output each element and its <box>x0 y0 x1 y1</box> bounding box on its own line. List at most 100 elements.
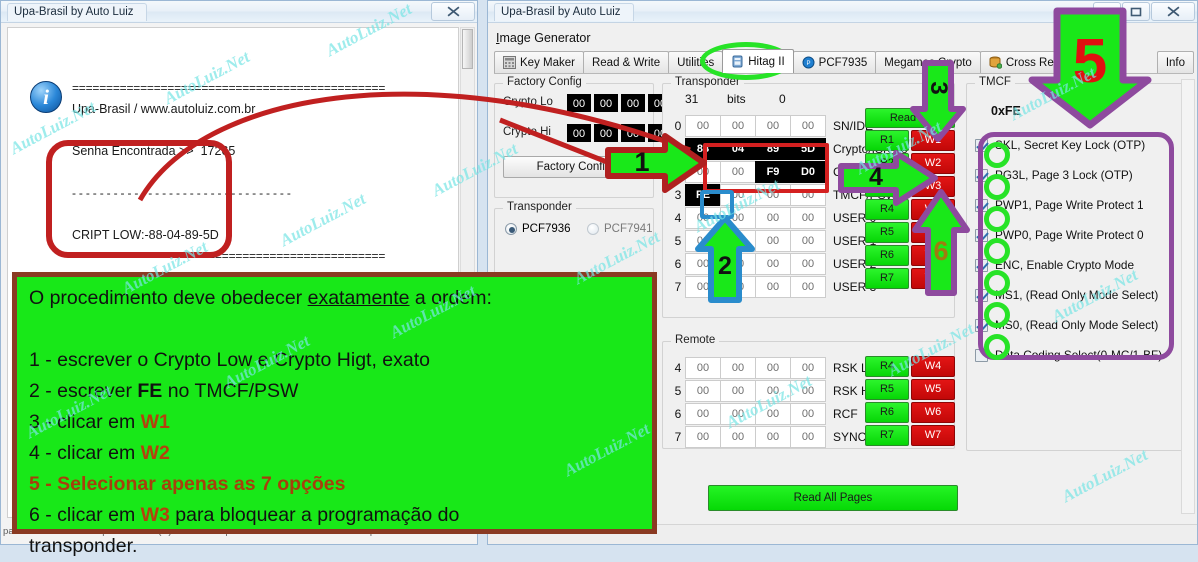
hex-cell[interactable]: 00 <box>790 275 826 298</box>
read-button-r3[interactable]: R3 <box>865 176 909 197</box>
write-button-w7[interactable]: W7 <box>911 425 955 446</box>
hex-cell[interactable]: 00 <box>720 229 756 252</box>
crypto-hi-byte-2[interactable]: 00 <box>621 124 645 142</box>
hex-cell[interactable]: 88 <box>685 137 721 160</box>
checkbox-icon[interactable] <box>975 258 988 272</box>
hex-cell[interactable]: 00 <box>720 183 756 206</box>
radio-button-icon[interactable] <box>505 223 517 235</box>
hex-cell[interactable]: 00 <box>685 160 721 183</box>
tab-read-write[interactable]: Read & Write <box>582 51 670 73</box>
hex-cell[interactable]: 00 <box>755 252 791 275</box>
hex-cell[interactable]: 5D <box>790 137 826 160</box>
hex-cell[interactable]: 00 <box>790 425 826 448</box>
factory-config-button[interactable]: Factory Config <box>503 156 645 178</box>
read-button-r6[interactable]: R6 <box>865 402 909 423</box>
hex-cell[interactable]: 00 <box>755 114 791 137</box>
hex-cell[interactable]: 00 <box>755 379 791 402</box>
checkbox-icon[interactable] <box>975 168 988 182</box>
crypto-lo-fields[interactable]: 00 00 00 00 <box>567 94 672 112</box>
crypto-lo-byte-0[interactable]: 00 <box>567 94 591 112</box>
hex-cell[interactable]: 00 <box>685 402 721 425</box>
hex-cell[interactable]: 00 <box>720 402 756 425</box>
hex-cell[interactable]: 00 <box>685 379 721 402</box>
checkbox-icon[interactable] <box>975 348 988 362</box>
checkbox-row-enc[interactable]: ENC, Enable Crypto Mode <box>975 250 1183 280</box>
hex-cell[interactable]: 00 <box>755 356 791 379</box>
write-button-w1[interactable]: W1 <box>911 130 955 151</box>
read-button-r2[interactable]: R2 <box>865 153 909 174</box>
hex-cell[interactable]: 00 <box>720 206 756 229</box>
hex-cell[interactable]: 00 <box>755 229 791 252</box>
maximize-icon[interactable] <box>1122 2 1150 21</box>
read-button-r4[interactable]: R4 <box>865 356 909 377</box>
radio-button-icon[interactable] <box>587 223 599 235</box>
close-icon[interactable] <box>1151 2 1195 21</box>
write-button-w7[interactable]: W7 <box>911 268 955 289</box>
hex-cell[interactable]: 00 <box>790 229 826 252</box>
checkbox-icon[interactable] <box>975 318 988 332</box>
checkbox-row-ms0[interactable]: MS0, (Read Only Mode Select) <box>975 310 1183 340</box>
checkbox-row-data-coding[interactable]: Data Coding Select(0-MC/1-BF) <box>975 340 1183 370</box>
checkbox-icon[interactable] <box>975 228 988 242</box>
hex-cell[interactable]: 00 <box>685 206 721 229</box>
write-button-w6[interactable]: W6 <box>911 402 955 423</box>
checkbox-row-pwp0[interactable]: PWP0, Page Write Protect 0 <box>975 220 1183 250</box>
hex-cell[interactable]: 00 <box>685 252 721 275</box>
crypto-hi-fields[interactable]: 00 00 00 00 <box>567 124 672 142</box>
checkbox-icon[interactable] <box>975 198 988 212</box>
read-button-r5[interactable]: R5 <box>865 222 909 243</box>
write-button-w3[interactable]: W3 <box>911 176 955 197</box>
crypto-hi-byte-1[interactable]: 00 <box>594 124 618 142</box>
tab-cross-reference[interactable]: Cross Reference <box>979 51 1102 73</box>
hex-cell[interactable]: 00 <box>790 356 826 379</box>
read-button-r7[interactable]: R7 <box>865 268 909 289</box>
write-button-w4[interactable]: W4 <box>911 356 955 377</box>
tab-pcf7935[interactable]: P PCF7935 <box>792 51 877 73</box>
checkbox-icon[interactable] <box>975 288 988 302</box>
hex-cell[interactable]: 89 <box>755 137 791 160</box>
minimize-icon[interactable] <box>1093 2 1121 21</box>
hex-cell[interactable]: 00 <box>755 425 791 448</box>
read-button-r5[interactable]: R5 <box>865 379 909 400</box>
read-button-r1[interactable]: R1 <box>865 130 909 151</box>
crypto-hi-byte-0[interactable]: 00 <box>567 124 591 142</box>
tab-megamos-crypto[interactable]: Megamos Crypto <box>875 51 981 73</box>
hex-cell[interactable]: 00 <box>790 252 826 275</box>
hex-cell[interactable]: 00 <box>755 275 791 298</box>
crypto-lo-byte-2[interactable]: 00 <box>621 94 645 112</box>
write-button-w5[interactable]: W5 <box>911 379 955 400</box>
write-button-w6[interactable]: W6 <box>911 245 955 266</box>
transponder-action-button[interactable] <box>505 321 643 343</box>
tab-hitag-ii[interactable]: Hitag II <box>722 49 794 73</box>
hex-cell[interactable]: 00 <box>685 275 721 298</box>
write-button-w4[interactable]: W4 <box>911 199 955 220</box>
hex-cell[interactable]: 00 <box>685 425 721 448</box>
scrollbar-thumb[interactable] <box>462 29 473 69</box>
hex-cell[interactable]: 00 <box>685 114 721 137</box>
hex-cell[interactable]: D0 <box>790 160 826 183</box>
read-all-pages-button[interactable]: Read All Pages <box>708 485 958 511</box>
hex-cell[interactable]: 00 <box>685 229 721 252</box>
hex-cell[interactable]: 00 <box>720 252 756 275</box>
hex-cell[interactable]: 00 <box>720 379 756 402</box>
crypto-lo-byte-1[interactable]: 00 <box>594 94 618 112</box>
checkbox-row-pwp1[interactable]: PWP1, Page Write Protect 1 <box>975 190 1183 220</box>
hex-cell[interactable]: F9 <box>755 160 791 183</box>
radio-pcf7936[interactable]: PCF7936 <box>505 223 571 235</box>
radio-pcf7941[interactable]: PCF7941 <box>587 223 653 235</box>
hex-cell[interactable]: 00 <box>790 206 826 229</box>
read-button-r4[interactable]: R4 <box>865 199 909 220</box>
hex-cell[interactable]: 00 <box>720 356 756 379</box>
hex-cell[interactable]: 00 <box>720 275 756 298</box>
left-pane-scrollbar[interactable] <box>460 27 475 518</box>
hex-cell[interactable]: 00 <box>790 183 826 206</box>
hex-cell[interactable]: 00 <box>790 402 826 425</box>
hex-cell[interactable]: 04 <box>720 137 756 160</box>
hex-cell[interactable]: 00 <box>720 425 756 448</box>
right-panel-scrollbar[interactable] <box>1181 79 1195 514</box>
hex-cell[interactable]: 00 <box>755 183 791 206</box>
hex-cell[interactable]: 00 <box>720 114 756 137</box>
hex-cell[interactable]: 00 <box>755 206 791 229</box>
hex-cell[interactable]: FE <box>685 183 721 206</box>
hex-cell[interactable]: 00 <box>790 379 826 402</box>
